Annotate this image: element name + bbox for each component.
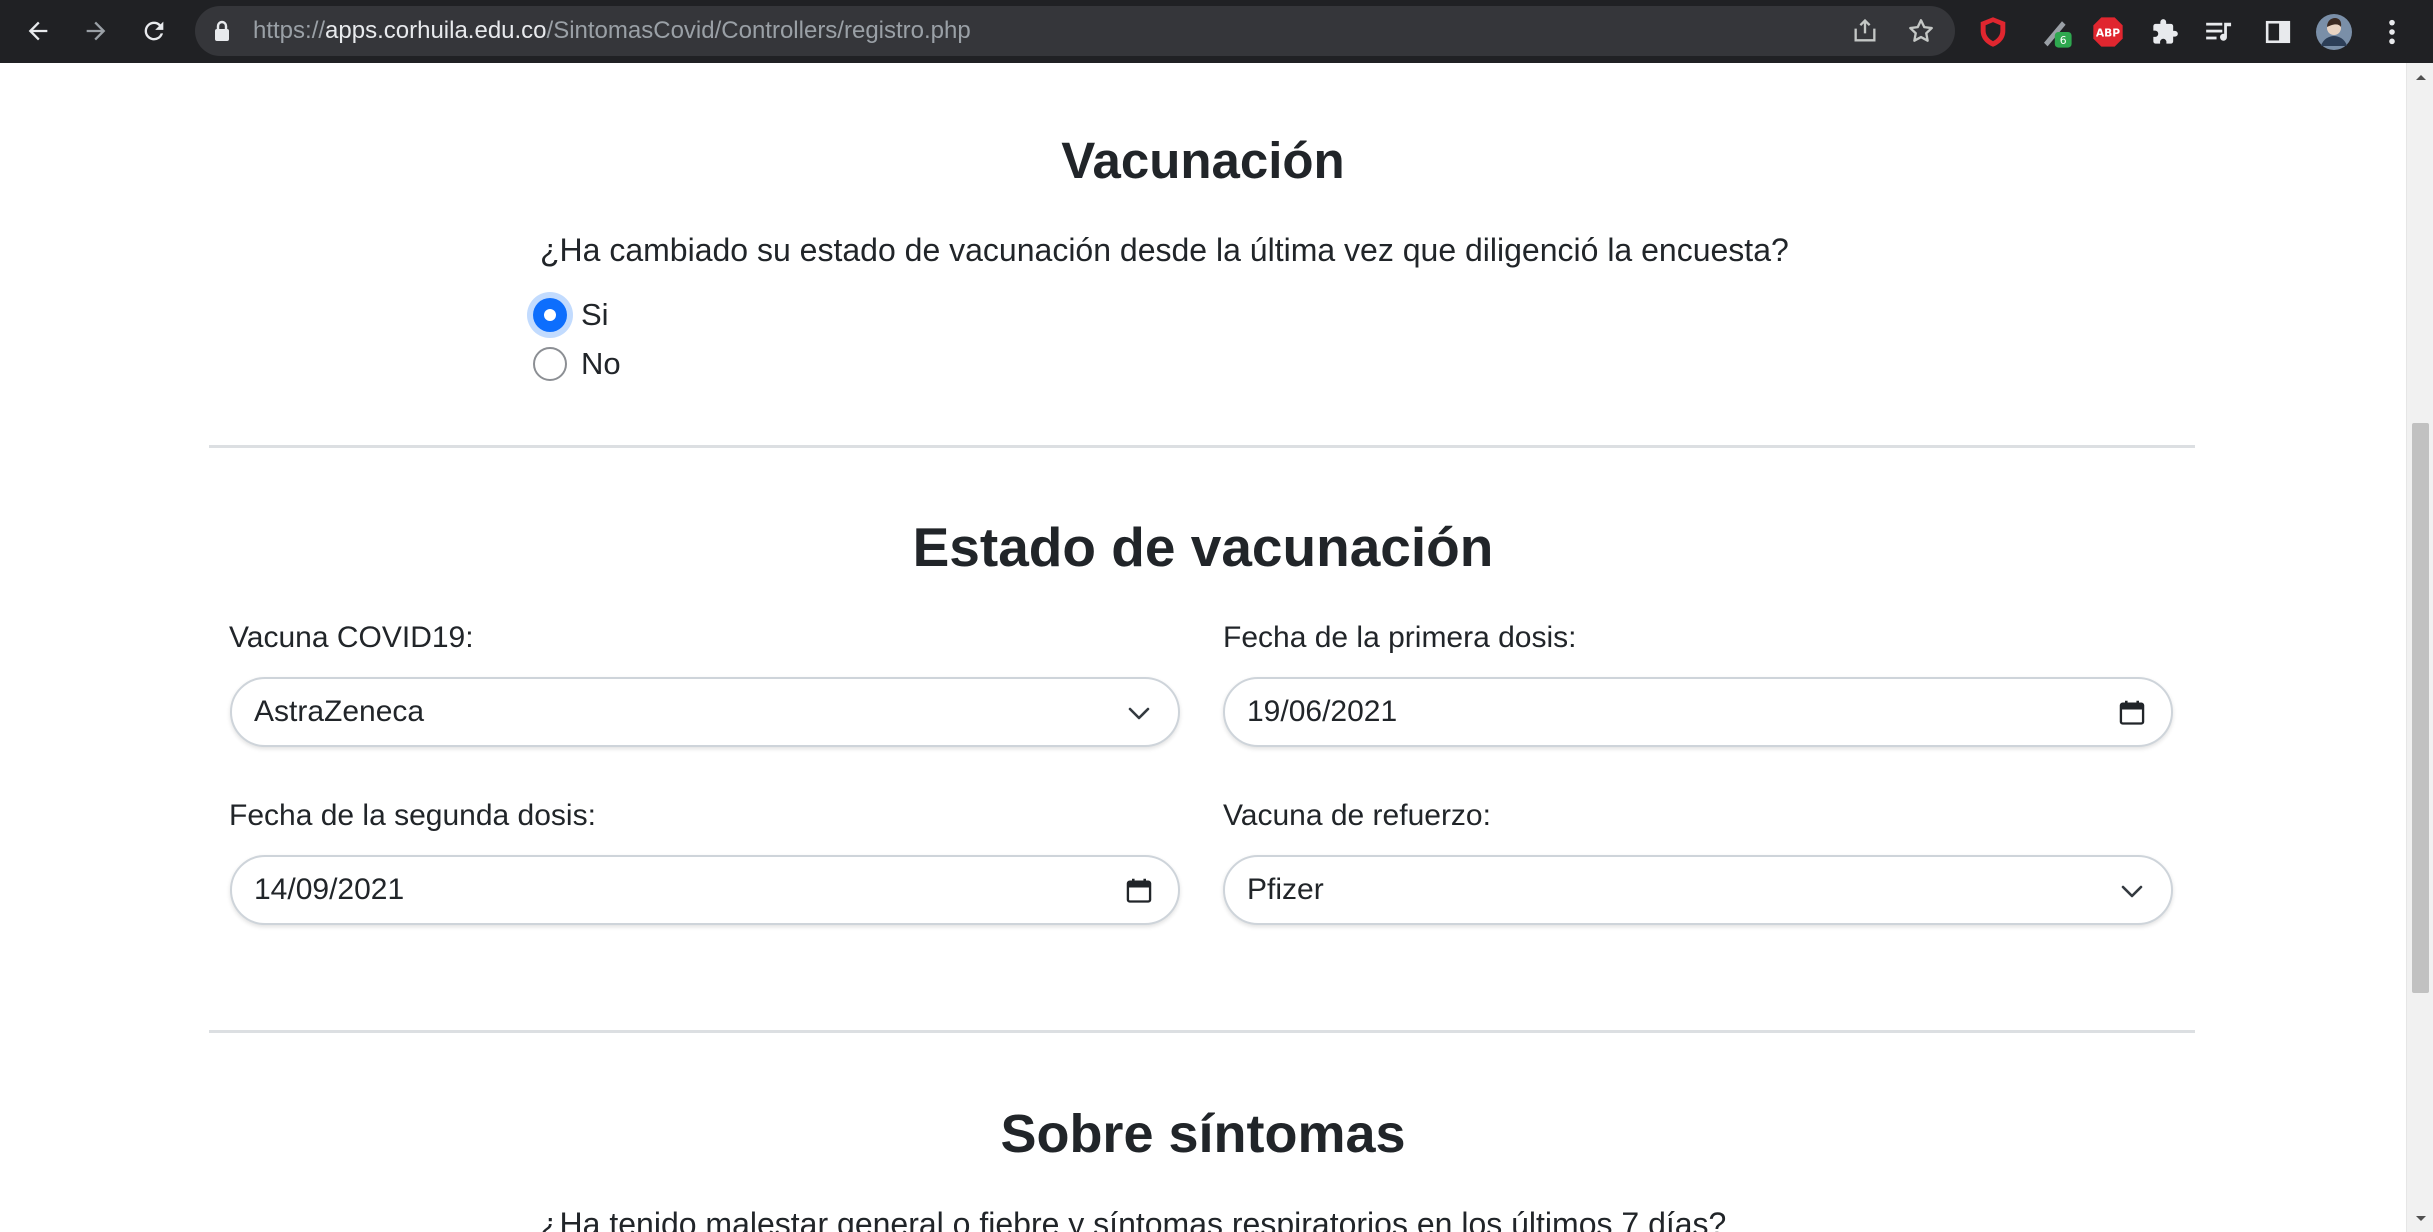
url-text[interactable]: https://apps.corhuila.edu.co/SintomasCov… (253, 6, 971, 56)
arrow-right-icon (86, 21, 106, 41)
scroll-down-icon[interactable] (2407, 1205, 2433, 1232)
refuerzo-select[interactable]: Pfizer (1223, 855, 2173, 925)
url-scheme: https:// (253, 17, 326, 44)
sintomas-question: ¿Ha tenido malestar general o fiebre y s… (540, 1206, 1727, 1232)
segunda-dosis-label: Fecha de la segunda dosis: (229, 799, 596, 832)
radio-no-label[interactable]: No (581, 346, 621, 382)
chevron-down-icon[interactable] (1124, 698, 1154, 728)
side-panel-icon[interactable] (2258, 12, 2298, 52)
vacuna-covid-label: Vacuna COVID19: (229, 621, 474, 654)
profile-avatar[interactable] (2314, 12, 2354, 52)
pen-extension-icon[interactable]: 6 (2036, 12, 2076, 52)
refuerzo-label: Vacuna de refuerzo: (1223, 799, 1491, 832)
scrollbar-thumb[interactable] (2412, 423, 2429, 993)
section-title-estado: Estado de vacunación (912, 516, 1494, 578)
section-divider (209, 1030, 2195, 1033)
primera-dosis-value: 19/06/2021 (1247, 695, 1398, 728)
page-content: Vacunación ¿Ha cambiado su estado de vac… (0, 63, 2406, 1232)
shield-extension-icon[interactable] (1973, 12, 2013, 52)
media-icon[interactable] (2200, 12, 2240, 52)
url-host: apps.corhuila.edu.co (325, 17, 547, 44)
chevron-down-icon[interactable] (2117, 876, 2147, 906)
address-bar[interactable]: https://apps.corhuila.edu.co/SintomasCov… (195, 6, 1955, 56)
page-scrollbar[interactable] (2406, 63, 2433, 1232)
calendar-icon[interactable] (2117, 698, 2147, 728)
reload-button[interactable] (131, 8, 177, 54)
reload-icon (144, 21, 164, 41)
radio-si-input[interactable] (533, 298, 567, 332)
segunda-dosis-value: 14/09/2021 (254, 873, 405, 906)
star-icon[interactable] (1907, 17, 1935, 45)
vacuna-covid-value: AstraZeneca (254, 695, 425, 728)
browser-toolbar: https://apps.corhuila.edu.co/SintomasCov… (0, 0, 2433, 63)
radio-si-label[interactable]: Si (581, 297, 609, 333)
back-button[interactable] (15, 8, 61, 54)
primera-dosis-label: Fecha de la primera dosis: (1223, 621, 1577, 654)
adblock-icon[interactable]: ABP (2088, 12, 2128, 52)
radio-option-si[interactable]: Si (533, 295, 609, 335)
vacuna-covid-select[interactable]: AstraZeneca (230, 677, 1180, 747)
section-divider (209, 445, 2195, 448)
segunda-dosis-date-input[interactable]: 14/09/2021 (230, 855, 1180, 925)
section-title-sintomas: Sobre síntomas (1000, 1104, 1406, 1164)
radio-no-input[interactable] (533, 347, 567, 381)
arrow-left-icon (28, 21, 48, 41)
primera-dosis-date-input[interactable]: 19/06/2021 (1223, 677, 2173, 747)
forward-button[interactable] (73, 8, 119, 54)
share-icon[interactable] (1851, 17, 1879, 45)
radio-option-no[interactable]: No (533, 344, 621, 384)
calendar-icon[interactable] (1124, 876, 1154, 906)
puzzle-icon[interactable] (2145, 12, 2185, 52)
vacunacion-question: ¿Ha cambiado su estado de vacunación des… (540, 232, 1789, 268)
scroll-up-icon[interactable] (2407, 63, 2433, 90)
url-path: /SintomasCovid/Controllers/registro.php (546, 17, 971, 44)
svg-text:ABP: ABP (2096, 27, 2120, 40)
refuerzo-value: Pfizer (1247, 873, 1324, 906)
lock-icon[interactable] (213, 20, 231, 47)
menu-kebab-icon[interactable] (2372, 12, 2412, 52)
svg-text:6: 6 (2060, 34, 2067, 47)
section-title-vacunacion: Vacunación (1061, 132, 1345, 189)
